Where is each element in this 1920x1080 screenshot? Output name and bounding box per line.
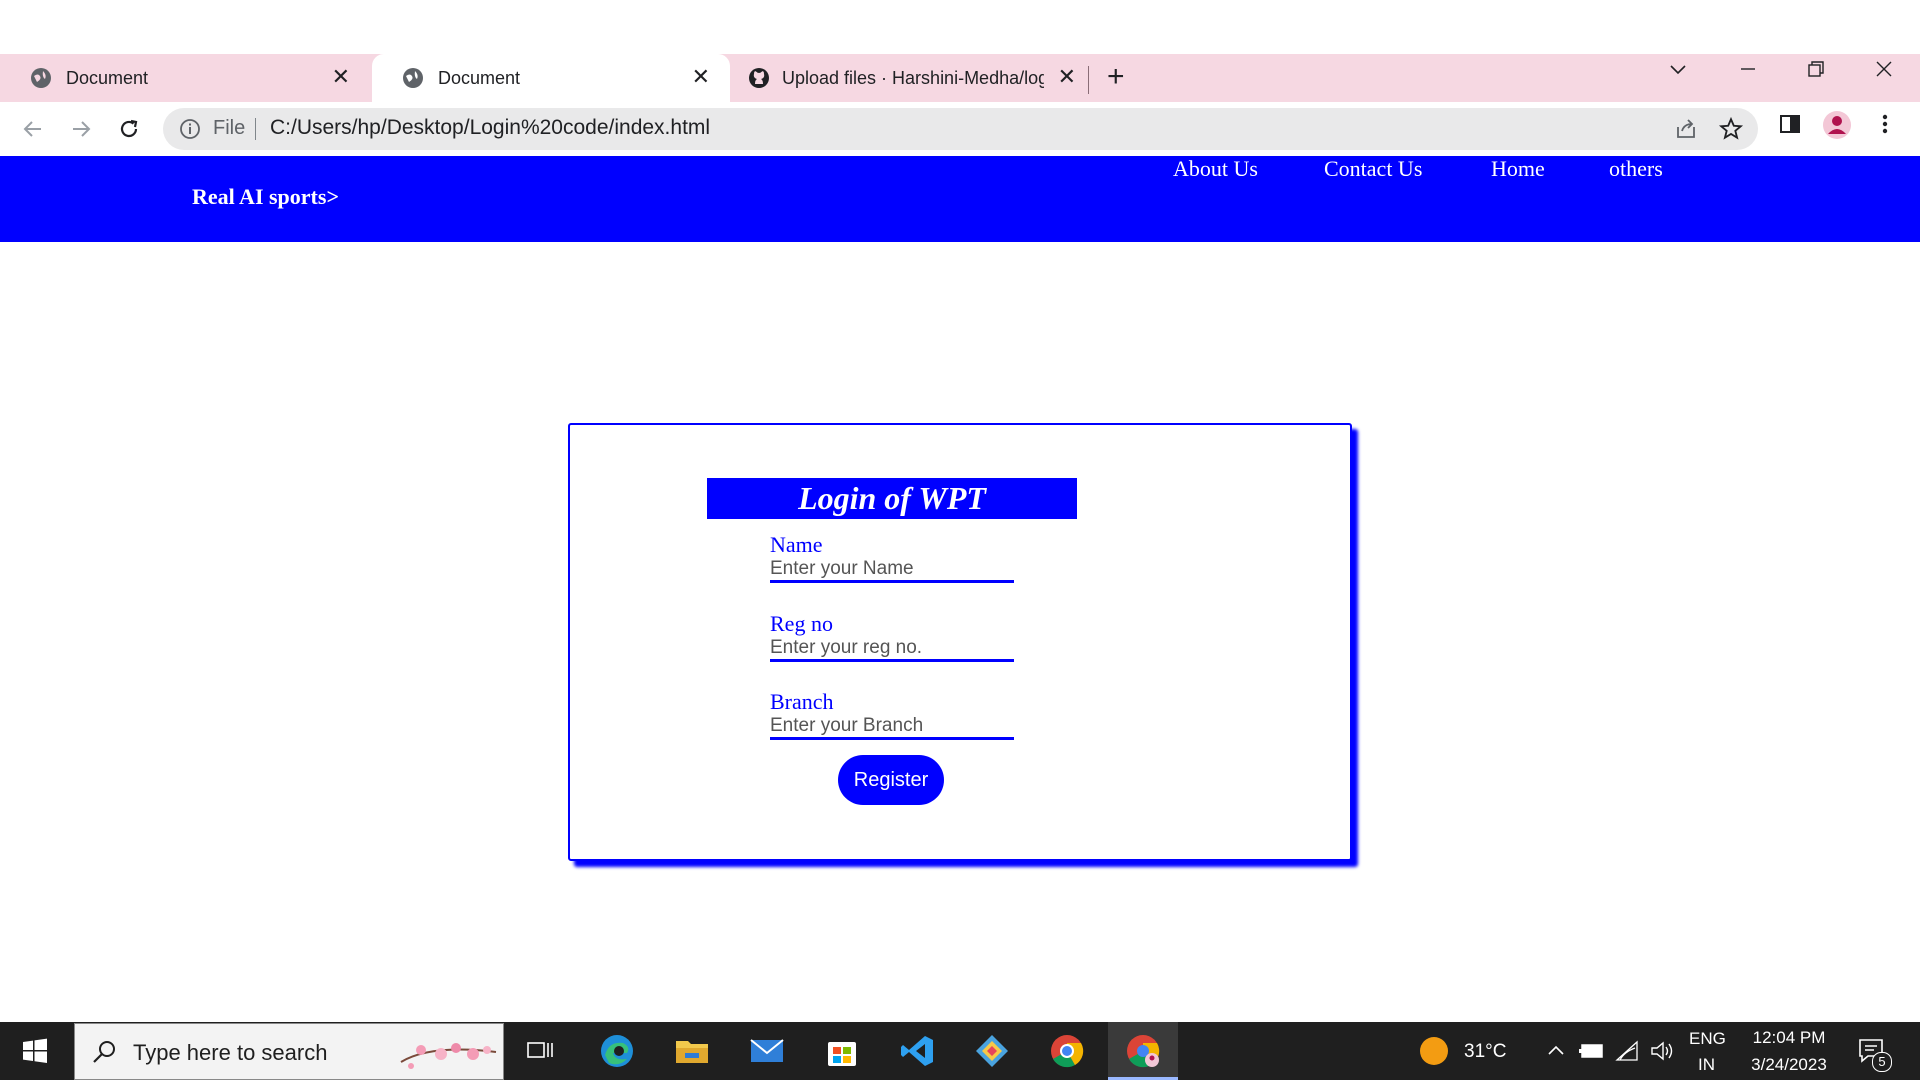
- globe-icon: [31, 68, 51, 88]
- register-button[interactable]: Register: [838, 755, 944, 805]
- tab-search-chevron-icon[interactable]: [1668, 58, 1688, 86]
- show-hidden-icons-chevron-icon[interactable]: [1536, 1031, 1576, 1071]
- site-brand[interactable]: Real AI sports>: [192, 184, 339, 210]
- name-label: Name: [770, 532, 823, 557]
- nav-link-home[interactable]: Home: [1491, 156, 1545, 182]
- forward-arrow-icon[interactable]: [64, 112, 98, 146]
- reg-no-label: Reg no: [770, 611, 833, 636]
- chrome-icon[interactable]: [1047, 1031, 1087, 1071]
- windows-start-icon[interactable]: [15, 1031, 55, 1071]
- branch-label: Branch: [770, 689, 834, 714]
- site-navbar: Real AI sports> About Us Contact Us Home…: [0, 156, 1920, 242]
- nav-link-about-us[interactable]: About Us: [1173, 156, 1258, 182]
- tab-github-upload[interactable]: Upload files · Harshini-Medha/log ✕: [730, 54, 1082, 102]
- bookmark-star-icon[interactable]: [1718, 116, 1744, 142]
- address-bar[interactable]: File C:/Users/hp/Desktop/Login%20code/in…: [163, 108, 1758, 150]
- browser-toolbar: File C:/Users/hp/Desktop/Login%20code/in…: [0, 102, 1920, 156]
- tab-title: Document: [438, 68, 521, 88]
- tab-title: Document: [66, 68, 149, 88]
- git-tool-icon[interactable]: [972, 1031, 1012, 1071]
- login-card: Login of WPT Name Reg no Branch Register: [568, 423, 1352, 861]
- close-tab-icon[interactable]: ✕: [332, 64, 350, 90]
- nav-link-contact-us[interactable]: Contact Us: [1324, 156, 1422, 182]
- task-view-icon[interactable]: [520, 1031, 560, 1071]
- volume-icon[interactable]: [1642, 1031, 1682, 1071]
- reload-icon[interactable]: [112, 112, 146, 146]
- login-title: Login of WPT: [707, 478, 1077, 519]
- tab-title: Upload files · Harshini-Medha/log: [782, 68, 1044, 88]
- microsoft-store-icon[interactable]: [822, 1031, 862, 1071]
- reg-no-input[interactable]: [770, 636, 1014, 662]
- profile-avatar-icon[interactable]: [1822, 110, 1852, 140]
- chrome-profile-icon[interactable]: [1123, 1031, 1163, 1071]
- close-tab-icon[interactable]: ✕: [692, 64, 710, 90]
- reg-no-field-group: Reg no: [770, 612, 1014, 662]
- address-divider: [255, 118, 256, 140]
- name-field-group: Name: [770, 533, 1014, 583]
- minimize-button[interactable]: [1738, 58, 1758, 86]
- tab-document-1[interactable]: Document ✕: [0, 54, 370, 102]
- github-icon: [749, 68, 769, 88]
- taskbar-search-box[interactable]: Type here to search: [74, 1023, 504, 1080]
- vscode-icon[interactable]: [897, 1031, 937, 1071]
- input-language[interactable]: ENG: [1689, 1029, 1726, 1049]
- tab-strip: Document ✕ Document ✕ Upload files · Har…: [0, 54, 1920, 102]
- search-placeholder: Type here to search: [133, 1040, 328, 1065]
- globe-icon: [403, 68, 423, 88]
- back-arrow-icon[interactable]: [16, 112, 50, 146]
- info-icon[interactable]: [179, 118, 201, 140]
- clock-time[interactable]: 12:04 PM: [1750, 1028, 1828, 1048]
- cherry-blossom-icon: [400, 1043, 497, 1069]
- weather-sun-icon[interactable]: [1414, 1031, 1454, 1071]
- branch-field-group: Branch: [770, 690, 1014, 740]
- url-text[interactable]: C:/Users/hp/Desktop/Login%20code/index.h…: [270, 116, 710, 140]
- new-tab-button[interactable]: +: [1107, 60, 1125, 94]
- side-panel-icon[interactable]: [1778, 112, 1802, 136]
- search-icon: [93, 1041, 115, 1063]
- tab-document-2[interactable]: Document ✕: [372, 54, 730, 102]
- notification-count-badge: 5: [1872, 1052, 1892, 1072]
- close-window-button[interactable]: [1874, 58, 1894, 86]
- battery-icon[interactable]: [1572, 1031, 1612, 1071]
- input-region[interactable]: IN: [1698, 1055, 1715, 1075]
- clock-date[interactable]: 3/24/2023: [1744, 1055, 1834, 1075]
- menu-kebab-icon[interactable]: [1878, 112, 1892, 136]
- nav-link-others[interactable]: others: [1609, 156, 1663, 182]
- scheme-label: File: [213, 117, 246, 139]
- close-tab-icon[interactable]: ✕: [1058, 64, 1076, 90]
- window-top-margin: [0, 0, 1920, 54]
- tab-separator: [1088, 66, 1089, 94]
- file-explorer-icon[interactable]: [672, 1031, 712, 1071]
- branch-input[interactable]: [770, 714, 1014, 740]
- name-input[interactable]: [770, 557, 1014, 583]
- weather-temperature[interactable]: 31°C: [1464, 1041, 1506, 1063]
- share-icon[interactable]: [1674, 117, 1698, 141]
- restore-button[interactable]: [1806, 58, 1826, 86]
- edge-browser-icon[interactable]: [597, 1031, 637, 1071]
- mail-icon[interactable]: [747, 1031, 787, 1071]
